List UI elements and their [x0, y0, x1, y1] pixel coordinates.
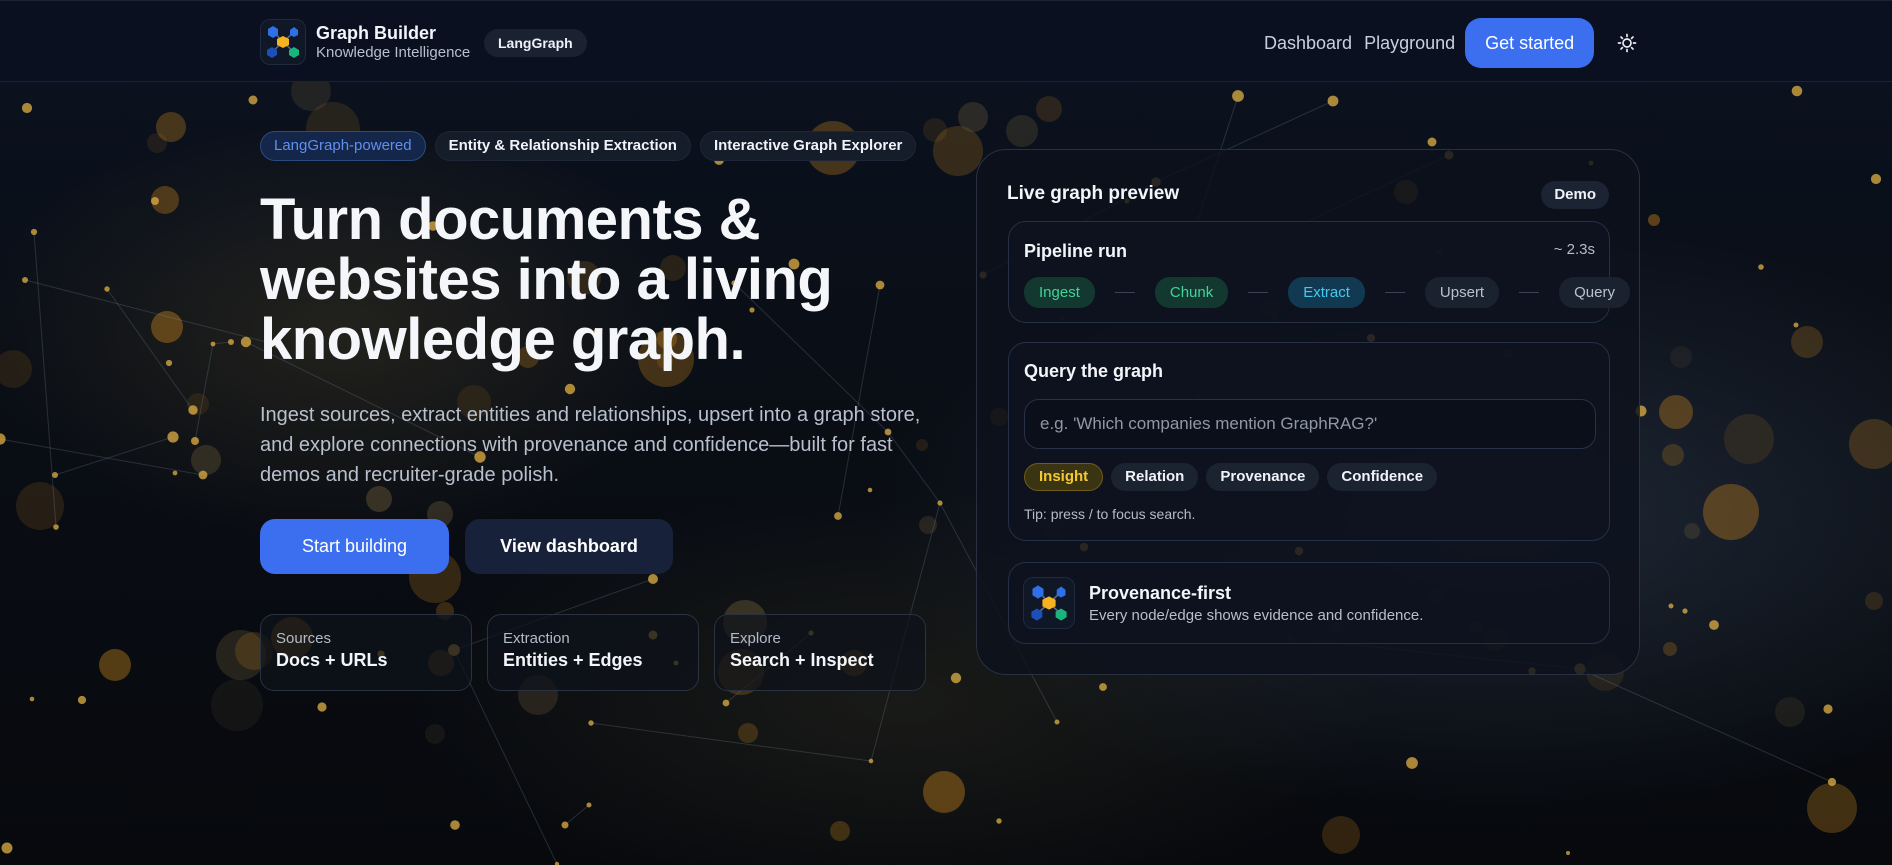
step-chunk: Chunk	[1154, 277, 1229, 308]
query-title: Query the graph	[1024, 361, 1164, 381]
main-nav: Dashboard Playground Get started	[1264, 17, 1638, 69]
step-query: Query	[1559, 277, 1630, 308]
hero-description-line: demos and recruiter-grade polish.	[260, 464, 560, 486]
chip-langgraph-powered: LangGraph-powered	[260, 131, 426, 161]
nav-playground-link[interactable]: Playground	[1364, 17, 1455, 69]
graph-search-input[interactable]	[1024, 399, 1596, 449]
provenance-subtitle: Every node/edge shows evidence and confi…	[1089, 607, 1424, 624]
step-connector	[1384, 292, 1405, 293]
stat-label: Extraction	[503, 630, 570, 647]
query-graph-card: Query the graph Insight Relation Provena…	[1008, 342, 1610, 541]
view-dashboard-button[interactable]: View dashboard	[465, 519, 673, 574]
nav-dashboard-link[interactable]: Dashboard	[1264, 17, 1352, 69]
hero-description: Ingest sources, extract entities and rel…	[260, 400, 930, 490]
hero-actions: Start building View dashboard	[260, 519, 673, 574]
pipeline-time: ~ 2.3s	[1553, 241, 1595, 258]
hero-description-line: Ingest sources, extract entities and rel…	[260, 404, 921, 426]
chip-explorer: Interactive Graph Explorer	[699, 131, 917, 161]
step-connector	[1114, 292, 1135, 293]
start-building-button[interactable]: Start building	[260, 519, 449, 574]
provenance-card: Provenance-first Every node/edge shows e…	[1008, 562, 1610, 644]
pipeline-run-card: Pipeline run ~ 2.3s Ingest Chunk Extract…	[1008, 221, 1630, 323]
stat-card-extraction: Extraction Entities + Edges	[487, 614, 699, 691]
sun-icon[interactable]	[1616, 32, 1638, 54]
get-started-button[interactable]: Get started	[1465, 18, 1595, 68]
stat-label: Explore	[730, 630, 781, 647]
stat-value: Docs + URLs	[276, 650, 388, 670]
step-extract: Extract	[1288, 277, 1365, 308]
stat-label: Sources	[276, 630, 332, 647]
hero-title-line: knowledge graph.	[260, 307, 746, 372]
step-connector	[1248, 292, 1269, 293]
brand-title: Graph Builder	[316, 23, 437, 43]
step-ingest: Ingest	[1024, 277, 1095, 308]
panel-title: Live graph preview	[1007, 183, 1180, 204]
brand[interactable]: Graph Builder Knowledge Intelligence	[260, 19, 470, 65]
step-connector	[1519, 292, 1540, 293]
langgraph-badge: LangGraph	[484, 29, 587, 57]
stat-card-explore: Explore Search + Inspect	[714, 614, 926, 691]
live-graph-preview-panel: Live graph preview Demo Pipeline run ~ 2…	[976, 149, 1640, 675]
hero-description-line: and explore connections with provenance …	[260, 434, 893, 456]
brand-subtitle: Knowledge Intelligence	[316, 44, 471, 61]
step-upsert: Upsert	[1424, 277, 1500, 308]
query-filter-tags: Insight Relation Provenance Confidence	[1024, 463, 1445, 491]
tag-insight[interactable]: Insight	[1024, 463, 1104, 491]
demo-badge: Demo	[1541, 181, 1609, 209]
tag-relation[interactable]: Relation	[1111, 463, 1199, 491]
graph-logo-icon	[1023, 577, 1075, 629]
tag-provenance[interactable]: Provenance	[1206, 463, 1320, 491]
pipeline-title: Pipeline run	[1024, 241, 1128, 261]
top-navbar: Graph Builder Knowledge Intelligence Lan…	[0, 0, 1892, 82]
stat-cards: Sources Docs + URLs Extraction Entities …	[260, 614, 941, 691]
search-tip: Tip: press / to focus search.	[1024, 506, 1196, 522]
feature-chips: LangGraph-powered Entity & Relationship …	[260, 131, 925, 161]
hero-title-line: websites into a living	[260, 247, 833, 312]
stat-value: Search + Inspect	[730, 650, 874, 670]
hero-title-line: Turn documents &	[260, 187, 761, 252]
provenance-title: Provenance-first	[1089, 583, 1232, 603]
stat-card-sources: Sources Docs + URLs	[260, 614, 472, 691]
pipeline-steps: Ingest Chunk Extract Upsert Query	[1024, 277, 1630, 308]
stat-value: Entities + Edges	[503, 650, 643, 670]
tag-confidence[interactable]: Confidence	[1327, 463, 1438, 491]
chip-extraction: Entity & Relationship Extraction	[434, 131, 691, 161]
hero-title: Turn documents & websites into a living …	[260, 190, 900, 370]
graph-logo-icon	[260, 19, 306, 65]
